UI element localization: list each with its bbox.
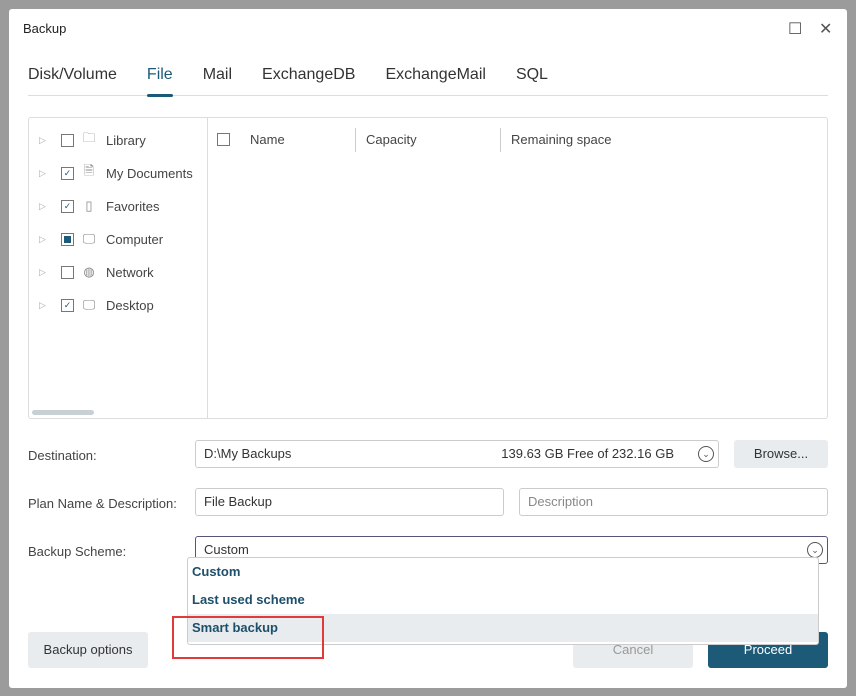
checkbox[interactable]: ✓ [61,298,74,312]
expand-icon[interactable]: ▷ [39,267,46,278]
file-selection-panel: ▷ 🗀 Library ▷ ✓ 🗎 My Documents ▷ ✓ ▯ Favorites ▷… [28,117,828,419]
folder-tree: ▷ 🗀 Library ▷ ✓ 🗎 My Documents ▷ ✓ ▯ Favorites ▷… [29,118,208,418]
checkbox[interactable] [61,232,74,246]
computer-icon: 🖵 [82,231,96,246]
backup-scheme-label: Backup Scheme: [28,544,127,559]
destination-free-space: 139.63 GB Free of 232.16 GB [501,446,674,461]
backup-options-button[interactable]: Backup options [28,632,148,668]
tab-mail[interactable]: Mail [203,64,232,96]
chevron-down-icon[interactable]: ⌄ [807,542,823,558]
column-capacity[interactable]: Capacity [366,132,417,147]
favorites-icon: ▯ [85,198,93,213]
column-remaining-space[interactable]: Remaining space [511,132,611,147]
maximize-button[interactable]: ☐ [788,19,802,39]
expand-icon[interactable]: ▷ [39,300,46,311]
tab-sql[interactable]: SQL [516,64,548,96]
tab-exchangemail[interactable]: ExchangeMail [385,64,486,96]
plan-name-input[interactable]: File Backup [195,488,504,516]
expand-icon[interactable]: ▷ [39,135,46,146]
close-button[interactable]: ✕ [819,19,832,39]
expand-icon[interactable]: ▷ [39,234,46,245]
chevron-down-icon[interactable]: ⌄ [698,446,714,462]
tab-file[interactable]: File [146,64,173,97]
destination-path: D:\My Backups [204,446,292,461]
plan-name-label: Plan Name & Description: [28,496,177,511]
backup-type-tabs: Disk/Volume File Mail ExchangeDB Exchang… [28,64,828,97]
expand-icon[interactable]: ▷ [39,201,46,212]
dialog-title: Backup [23,21,67,36]
checkbox[interactable]: ✓ [61,199,74,213]
checkbox[interactable] [61,133,74,147]
checkbox[interactable]: ✓ [61,166,74,180]
option-last-used-scheme[interactable]: Last used scheme [188,586,818,614]
column-name[interactable]: Name [250,132,285,147]
highlight-annotation-box [172,616,324,659]
select-all-checkbox[interactable] [217,133,230,146]
desktop-icon: 🖵 [82,297,96,312]
expand-icon[interactable]: ▷ [39,168,46,179]
tab-disk-volume[interactable]: Disk/Volume [28,64,117,96]
description-input[interactable]: Description [519,488,828,516]
option-custom[interactable]: Custom [188,558,818,586]
backup-scheme-value: Custom [204,542,249,557]
checkbox[interactable] [61,265,74,279]
horizontal-scrollbar[interactable] [32,410,94,415]
document-icon: 🗎 [83,163,95,178]
destination-select[interactable]: D:\My Backups 139.63 GB Free of 232.16 G… [195,440,719,468]
network-icon: ◍ [83,264,95,279]
column-divider[interactable] [355,128,356,152]
file-list-header: Name Capacity Remaining space [209,128,827,152]
column-divider[interactable] [500,128,501,152]
browse-button[interactable]: Browse... [734,440,828,468]
folder-icon: 🗀 [82,130,96,145]
tab-exchangedb[interactable]: ExchangeDB [262,64,355,96]
destination-label: Destination: [28,448,97,463]
